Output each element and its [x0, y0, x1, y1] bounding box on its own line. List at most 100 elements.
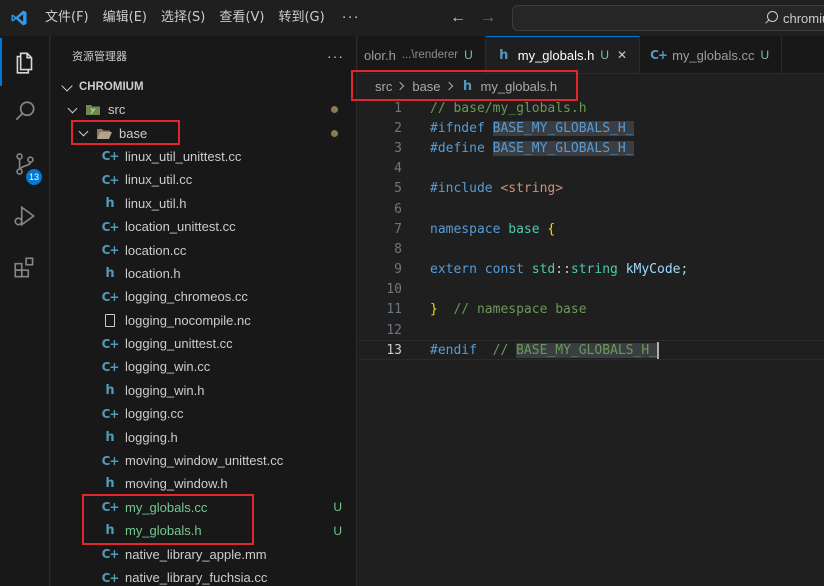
file-label: my_globals.cc [125, 499, 208, 515]
tree-file[interactable]: h my_globals.h U [51, 519, 356, 542]
code-line[interactable]: 7 namespace base { [358, 219, 824, 239]
file-label: linux_util_unittest.cc [125, 148, 242, 164]
code-text: #include <string> [430, 181, 564, 197]
menu-item[interactable]: 文件(F) [38, 0, 96, 36]
code-line[interactable]: 12 [358, 320, 824, 340]
tree-file[interactable]: C+ logging_chromeos.cc [51, 285, 356, 308]
tree-file[interactable]: C+ logging_win.cc [51, 355, 356, 378]
tab-label: my_globals.cc [672, 47, 755, 63]
code-line[interactable]: 10 [358, 280, 824, 300]
cpp-file-icon: C+ [101, 149, 120, 164]
tree-file[interactable]: logging_nocompile.nc [51, 309, 356, 332]
header-file-icon: h [105, 265, 115, 281]
tree-file[interactable]: h logging_win.h [51, 379, 356, 402]
cpp-file-icon: C+ [101, 243, 120, 258]
menu-item[interactable]: 转到(G) [271, 0, 331, 36]
run-debug-icon[interactable] [0, 192, 50, 240]
tree-file[interactable]: C+ native_library_fuchsia.cc [51, 566, 356, 586]
menu-item[interactable]: 选择(S) [154, 0, 212, 36]
git-status-badge: U [464, 48, 473, 62]
title-bar: 文件(F)编辑(E)选择(S)查看(V)转到(G)··· ← → chromiu [0, 0, 824, 36]
menu-bar: 文件(F) 编辑(E) 选择(S) 查看(V) 转到(G) ··· [38, 0, 370, 36]
header-file-icon: h [105, 195, 115, 211]
editor-tab[interactable]: olor.h ...\renderer U [358, 36, 486, 73]
tree-file[interactable]: C+ my_globals.cc U [51, 496, 356, 519]
workspace-section-header[interactable]: CHROMIUM [51, 76, 356, 98]
cpp-file-icon: C+ [101, 547, 120, 562]
source-control-icon[interactable]: 13 [0, 140, 50, 188]
command-center-search[interactable]: chromiu [512, 5, 824, 31]
line-number: 2 [394, 120, 402, 136]
code-text: } // namespace base [430, 302, 587, 318]
more-actions-icon[interactable]: ··· [327, 48, 344, 64]
tab-description: ...\renderer [401, 49, 459, 61]
chevron-down-icon [67, 103, 78, 114]
file-tree: src base C+ linux_util_unittest.cc C+ linux… [51, 98, 356, 586]
breadcrumb-file[interactable]: h my_globals.h [461, 78, 558, 94]
menu-item[interactable]: 编辑(E) [96, 0, 154, 36]
editor-tab[interactable]: h my_globals.h U ✕ [485, 36, 641, 73]
cpp-file-icon: C+ [101, 219, 120, 234]
extensions-icon[interactable] [0, 244, 50, 292]
tree-file[interactable]: h linux_util.h [51, 192, 356, 215]
menu-item[interactable]: 查看(V) [212, 0, 271, 36]
chevron-down-icon [61, 79, 73, 92]
header-file-icon: h [105, 382, 115, 398]
tree-file[interactable]: h logging.h [51, 425, 356, 448]
code-editor[interactable]: 1 // base/my_globals.h 2 #ifndef BASE_MY_GL… [358, 98, 824, 361]
breadcrumb-base[interactable]: base [412, 79, 440, 94]
breadcrumb-file-label: my_globals.h [480, 78, 558, 94]
tree-file[interactable]: C+ linux_util_unittest.cc [51, 145, 356, 168]
tree-file[interactable]: h location.h [51, 262, 356, 285]
editor-tab[interactable]: C+ my_globals.cc U [640, 36, 783, 73]
code-line[interactable]: 11} // namespace base [358, 300, 824, 320]
code-line[interactable]: 8 [358, 239, 824, 259]
tree-file[interactable]: C+ native_library_apple.mm [51, 542, 356, 565]
cpp-file-icon: C+ [101, 453, 120, 468]
file-label: logging_chromeos.cc [125, 289, 248, 305]
tree-folder-base[interactable]: base [51, 121, 356, 144]
git-status-badge: U [333, 500, 342, 515]
code-line[interactable]: 4 [358, 159, 824, 179]
tree-file[interactable]: C+ logging_unittest.cc [51, 332, 356, 355]
tree-file[interactable]: C+ moving_window_unittest.cc [51, 449, 356, 472]
search-icon[interactable] [0, 88, 50, 136]
file-label: native_library_fuchsia.cc [125, 570, 268, 585]
back-arrow-icon[interactable]: ← [450, 9, 466, 27]
chevron-right-icon [444, 81, 453, 91]
tree-folder-src[interactable]: src [51, 98, 356, 121]
file-label: moving_window.h [125, 476, 228, 492]
folder-open-icon [95, 127, 113, 140]
file-label: location.cc [125, 242, 187, 258]
code-line[interactable]: 9 extern const std::string kMyCode; [358, 260, 824, 280]
git-status-badge: U [760, 48, 770, 62]
tree-file[interactable]: C+ location.cc [51, 238, 356, 261]
header-file-icon: h [105, 429, 115, 445]
forward-arrow-icon[interactable]: → [480, 9, 496, 27]
modified-dot [331, 129, 338, 137]
code-line[interactable]: 5 #include <string> [358, 179, 824, 199]
explorer-sidebar: 资源管理器 ··· CHROMIUM src base C+ linux_util… [51, 36, 357, 586]
tree-file[interactable]: C+ location_unittest.cc [51, 215, 356, 238]
code-line[interactable]: 2 #ifndef BASE_MY_GLOBALS_H_ [358, 118, 824, 138]
tree-file[interactable]: C+ linux_util.cc [51, 168, 356, 191]
folder-src-icon [84, 103, 102, 116]
explorer-icon[interactable] [0, 38, 50, 86]
breadcrumb-src[interactable]: src [375, 79, 392, 94]
cpp-file-icon: C+ [101, 172, 120, 187]
line-number: 3 [394, 140, 402, 156]
line-number: 4 [394, 161, 402, 177]
line-number: 6 [394, 201, 402, 217]
tree-file[interactable]: C+ logging.cc [51, 402, 356, 425]
code-line[interactable]: 13 #endif // BASE_MY_GLOBALS_H_ [358, 340, 824, 361]
close-icon[interactable]: ✕ [617, 48, 627, 62]
tab-label: olor.h [364, 47, 396, 63]
tree-file[interactable]: h moving_window.h [51, 472, 356, 495]
code-line[interactable]: 3 #define BASE_MY_GLOBALS_H_ [358, 138, 824, 158]
menu-more-icon[interactable]: ··· [332, 0, 370, 36]
breadcrumb: src base h my_globals.h [358, 74, 824, 98]
file-label: logging.h [125, 429, 178, 445]
code-line[interactable]: 6 [358, 199, 824, 219]
file-label: logging.cc [125, 406, 184, 422]
code-line[interactable]: 1 // base/my_globals.h [358, 98, 824, 118]
